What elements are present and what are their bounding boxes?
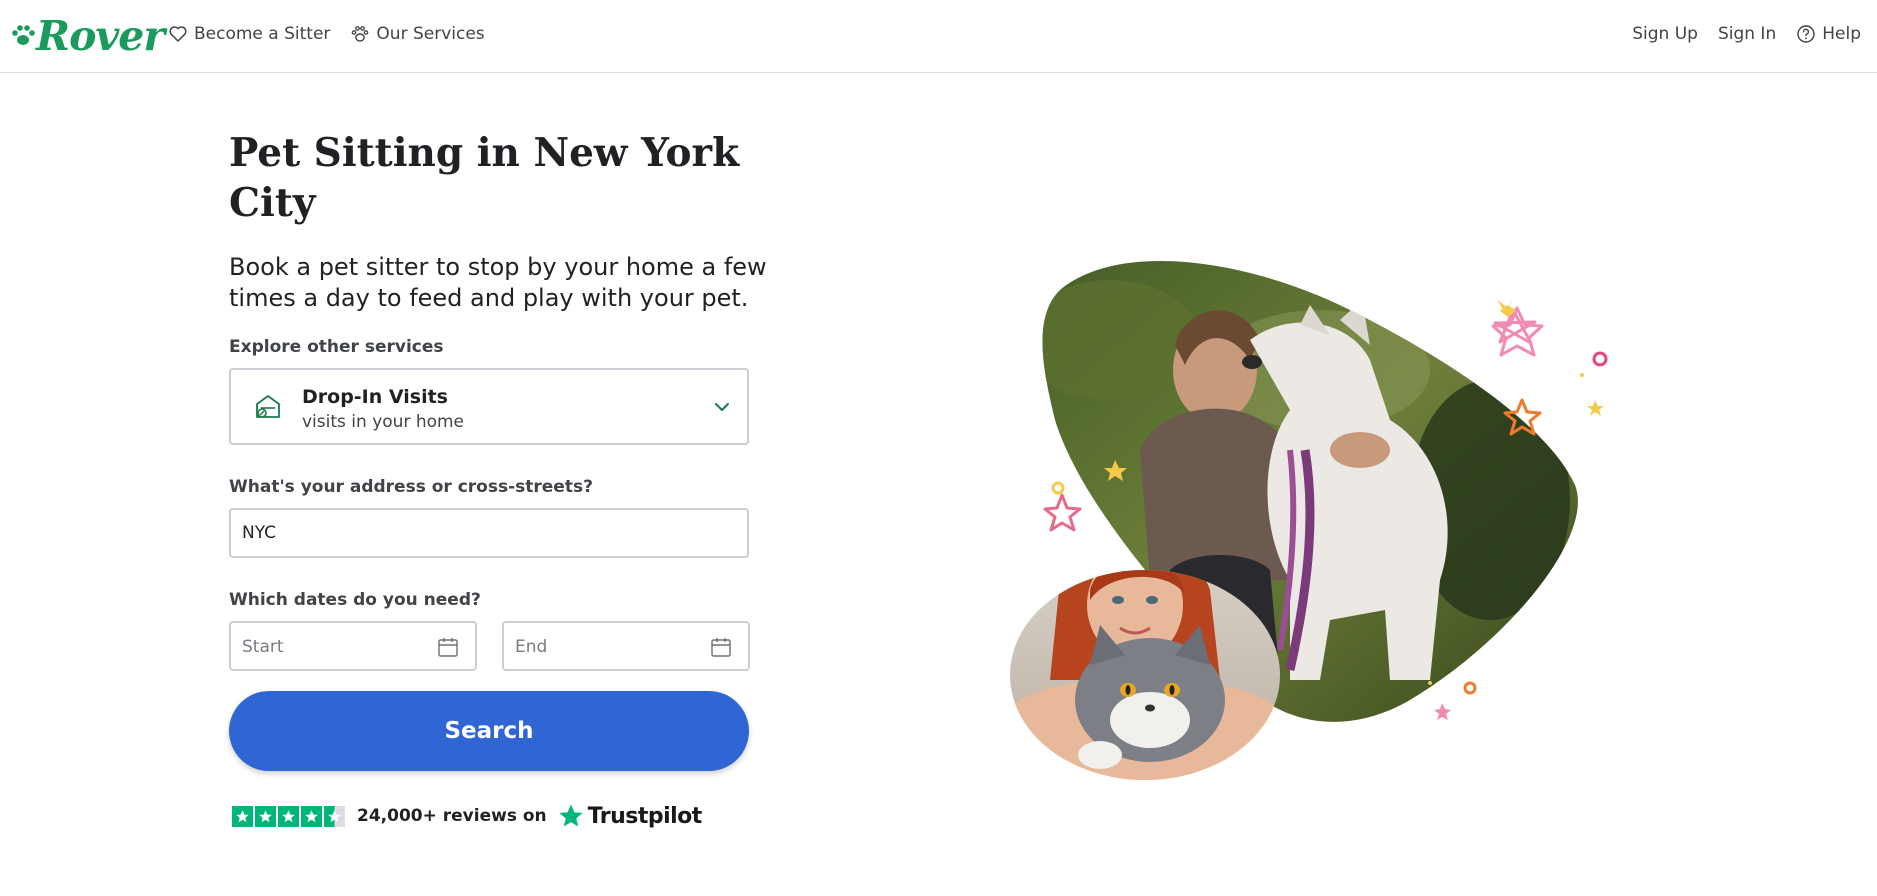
star-icon <box>255 805 276 827</box>
nav-sign-in-label: Sign In <box>1717 24 1777 44</box>
nav-our-services[interactable]: Our Services <box>350 22 485 46</box>
reviews-count: 24,000+ reviews on <box>357 806 547 826</box>
page-subtitle: Book a pet sitter to stop by your home a… <box>229 253 767 312</box>
half-star-icon <box>324 805 345 827</box>
heart-icon <box>169 26 187 42</box>
star-icon <box>232 805 253 827</box>
nav-sign-in[interactable]: Sign In <box>1718 22 1776 46</box>
star-icon <box>301 805 322 827</box>
chevron-down-icon <box>715 403 729 411</box>
nav-our-services-label: Our Services <box>376 24 485 44</box>
calendar-icon <box>438 638 458 657</box>
trustpilot-logo: Trustpilot <box>557 802 702 830</box>
service-subtitle: visits in your home <box>302 412 465 432</box>
nav-right: Sign Up Sign In Help <box>1632 22 1861 46</box>
address-label: What's your address or cross-streets? <box>229 477 593 497</box>
explore-services-label: Explore other services <box>229 337 444 357</box>
rover-logo[interactable]: Rover <box>10 12 165 60</box>
nav-sign-up-label: Sign Up <box>1632 24 1698 44</box>
end-date-placeholder: End <box>515 637 548 657</box>
end-date-field[interactable]: End <box>502 621 750 671</box>
trustpilot-rating[interactable]: 24,000+ reviews on Trustpilot <box>232 800 702 832</box>
nav-left: Become a Sitter Our Services <box>168 22 485 46</box>
search-button[interactable]: Search <box>229 691 749 771</box>
logo-text: Rover <box>36 12 165 60</box>
nav-help-label: Help <box>1822 24 1861 44</box>
star-icon <box>278 805 299 827</box>
nav-become-sitter[interactable]: Become a Sitter <box>168 22 330 46</box>
nav-become-sitter-label: Become a Sitter <box>194 24 331 44</box>
calendar-icon <box>711 638 731 657</box>
hero-photo-collage <box>1010 261 1608 780</box>
start-date-field[interactable]: Start <box>229 621 477 671</box>
dates-label: Which dates do you need? <box>229 590 481 610</box>
help-icon <box>1797 25 1815 43</box>
house-icon <box>256 395 280 418</box>
start-date-placeholder: Start <box>242 637 284 657</box>
rating-stars <box>232 805 345 827</box>
service-title: Drop-In Visits <box>302 386 448 408</box>
paw-logo-icon <box>12 25 35 45</box>
nav-help[interactable]: Help <box>1796 22 1861 46</box>
site-header: Rover Become a Sitter Our Services Sign … <box>0 0 1877 73</box>
address-input[interactable] <box>229 508 749 558</box>
service-dropdown[interactable]: Drop-In Visits visits in your home <box>229 368 749 445</box>
paw-icon <box>352 26 369 42</box>
trustpilot-text: Trustpilot <box>587 803 703 829</box>
page-title: Pet Sitting in New York City <box>229 130 740 226</box>
nav-sign-up[interactable]: Sign Up <box>1632 22 1698 46</box>
trustpilot-star-icon <box>558 804 583 827</box>
